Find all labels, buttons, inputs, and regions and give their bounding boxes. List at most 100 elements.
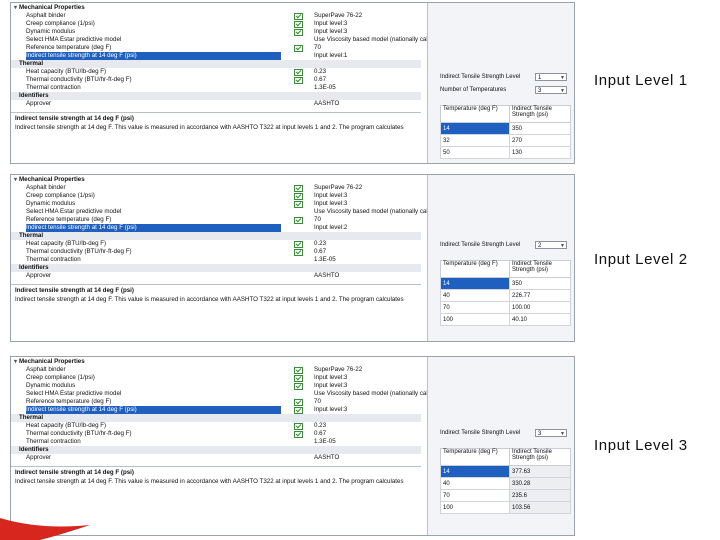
strength-cell[interactable]: 100.00 [509,301,571,314]
property-row[interactable]: Asphalt binder SuperPave 76-22 [11,366,421,374]
property-row[interactable]: Asphalt binder SuperPave 76-22 [11,12,421,20]
dropdown-arrow-icon[interactable]: ▼ [560,87,565,95]
property-row[interactable]: Asphalt binder SuperPave 76-22 [11,184,421,192]
table-row[interactable]: 50 130 [440,146,571,159]
property-row[interactable]: Indirect tensile strength at 14 deg F (p… [11,52,421,60]
property-row[interactable]: Dynamic modulus Input level:3 [11,200,421,208]
collapse-arrow-icon[interactable]: ▾ [14,4,17,12]
table-row[interactable]: 70 235.6 [440,489,571,502]
table-row[interactable]: 100 103.56 [440,501,571,514]
property-row[interactable]: Thermal contraction 1.3E-05 [11,438,421,446]
dropdown-arrow-icon[interactable]: ▼ [560,242,565,250]
strength-cell[interactable]: 40.10 [509,313,571,326]
table-row[interactable]: 70 100.00 [440,301,571,314]
strength-table: Temperature (deg F) Indirect Tensile Stre… [440,260,571,326]
property-row[interactable]: Select HMA Estar predictive model Use Vis… [11,208,450,216]
temperature-cell[interactable]: 14 [440,122,510,135]
table-row[interactable]: 14 377.63 [440,465,571,478]
level-dropdown[interactable]: 3 ▼ [535,86,567,94]
temperature-cell[interactable]: 40 [440,477,510,490]
property-row[interactable]: Dynamic modulus Input level:3 [11,382,421,390]
category-mechanical-properties[interactable]: Mechanical Properties ▾ [11,358,421,366]
table-row[interactable]: 14 350 [440,122,571,135]
property-row[interactable]: Select HMA Estar predictive model Use Vis… [11,390,450,398]
level-dropdown[interactable]: 1 ▼ [535,73,567,81]
property-row[interactable]: Thermal contraction 1.3E-05 [11,256,421,264]
category-mechanical-properties[interactable]: Mechanical Properties ▾ [11,176,421,184]
strength-cell[interactable]: 235.6 [509,489,571,502]
property-row[interactable]: Indirect tensile strength at 14 deg F (p… [11,406,421,414]
property-label: Thermal contraction [26,438,81,445]
temperature-cell[interactable]: 40 [440,289,510,302]
level-dropdown[interactable]: 3 ▼ [535,429,567,437]
dropdown-arrow-icon[interactable]: ▼ [560,430,565,438]
category-identifiers[interactable]: Identifiers [11,264,421,272]
level-editor-pane: Indirect Tensile Strength Level 3 ▼ Tempera… [427,357,574,535]
property-row[interactable]: Approver AASHTO [11,100,421,108]
category-thermal[interactable]: Thermal [11,232,421,240]
property-row[interactable]: Thermal contraction 1.3E-05 [11,84,421,92]
table-row[interactable]: 40 226.77 [440,289,571,302]
temperature-cell[interactable]: 100 [440,501,510,514]
temperature-cell[interactable]: 50 [440,146,510,159]
property-row[interactable]: Thermal conductivity (BTU/hr-ft-deg F) 0.… [11,248,421,256]
level-dropdown[interactable]: 2 ▼ [535,241,567,249]
temperature-cell[interactable]: 100 [440,313,510,326]
temperature-cell[interactable]: 32 [440,134,510,147]
property-row[interactable]: Reference temperature (deg F) 70 [11,216,421,224]
property-row[interactable]: Approver AASHTO [11,454,421,462]
property-label: Thermal conductivity (BTU/hr-ft-deg F) [26,430,132,437]
property-row[interactable]: Creep compliance (1/psi) Input level:3 [11,374,421,382]
strength-cell[interactable]: 377.63 [509,465,571,478]
property-row[interactable]: Heat capacity (BTU/lb-deg F) 0.23 [11,422,421,430]
level-editor-pane: Indirect Tensile Strength Level 1 ▼ Number … [427,3,574,163]
table-row[interactable]: 100 40.10 [440,313,571,326]
strength-cell[interactable]: 350 [509,277,571,290]
collapse-arrow-icon[interactable]: ▾ [14,358,17,366]
strength-cell[interactable]: 226.77 [509,289,571,302]
table-row[interactable]: 32 270 [440,134,571,147]
category-mechanical-properties[interactable]: Mechanical Properties ▾ [11,4,421,12]
property-label: Indirect tensile strength at 14 deg F (p… [26,406,281,414]
property-row[interactable]: Reference temperature (deg F) 70 [11,44,421,52]
property-row[interactable]: Heat capacity (BTU/lb-deg F) 0.23 [11,68,421,76]
column-header: Indirect Tensile Strength (psi) [509,105,571,123]
category-thermal[interactable]: Thermal [11,60,421,68]
strength-cell[interactable]: 350 [509,122,571,135]
property-row[interactable]: Creep compliance (1/psi) Input level:3 [11,192,421,200]
strength-cell[interactable]: 270 [509,134,571,147]
property-value: 70 [314,44,321,51]
property-label: Creep compliance (1/psi) [26,374,95,381]
description-box: Indirect tensile strength at 14 deg F (p… [11,112,421,163]
property-row[interactable]: Select HMA Estar predictive model Use Vis… [11,36,450,44]
property-row[interactable]: Dynamic modulus Input level:3 [11,28,421,36]
checkmark-icon [294,193,303,200]
checkmark-icon [294,241,303,248]
category-identifiers[interactable]: Identifiers [11,92,421,100]
property-row[interactable]: Thermal conductivity (BTU/hr-ft-deg F) 0.… [11,430,421,438]
property-label: Mechanical Properties [19,4,85,11]
strength-cell[interactable]: 103.56 [509,501,571,514]
category-identifiers[interactable]: Identifiers [11,446,421,454]
strength-cell[interactable]: 130 [509,146,571,159]
property-row[interactable]: Approver AASHTO [11,272,421,280]
property-value: Input level:3 [314,20,348,27]
temperature-cell[interactable]: 70 [440,301,510,314]
collapse-arrow-icon[interactable]: ▾ [14,176,17,184]
column-header: Indirect Tensile Strength (psi) [509,260,571,278]
dropdown-arrow-icon[interactable]: ▼ [560,74,565,82]
property-row[interactable]: Creep compliance (1/psi) Input level:3 [11,20,421,28]
property-row[interactable]: Reference temperature (deg F) 70 [11,398,421,406]
property-row[interactable]: Indirect tensile strength at 14 deg F (p… [11,224,421,232]
property-row[interactable]: Thermal conductivity (BTU/hr-ft-deg F) 0.… [11,76,421,84]
table-row[interactable]: 14 350 [440,277,571,290]
property-label: Approver [26,454,52,461]
temperature-cell[interactable]: 14 [440,465,510,478]
checkmark-icon [294,45,303,52]
table-row[interactable]: 40 330.28 [440,477,571,490]
property-row[interactable]: Heat capacity (BTU/lb-deg F) 0.23 [11,240,421,248]
temperature-cell[interactable]: 70 [440,489,510,502]
category-thermal[interactable]: Thermal [11,414,421,422]
strength-cell[interactable]: 330.28 [509,477,571,490]
temperature-cell[interactable]: 14 [440,277,510,290]
